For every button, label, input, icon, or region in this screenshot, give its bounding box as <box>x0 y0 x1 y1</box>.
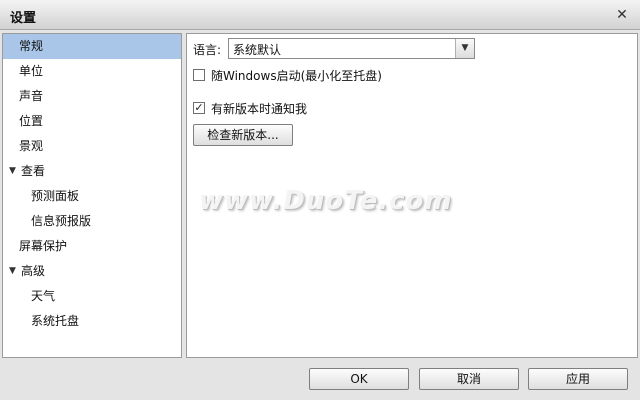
nav-item-label: 天气 <box>31 289 56 303</box>
notify-checkbox[interactable]: ✓ <box>193 102 205 114</box>
window-title: 设置 <box>10 11 37 26</box>
dropdown-arrow-icon[interactable]: ▼ <box>455 39 474 58</box>
nav-item-label: 系统托盘 <box>31 314 80 328</box>
nav-item-system-tray[interactable]: 系统托盘 <box>3 309 181 334</box>
check-updates-button[interactable]: 检查新版本... <box>193 124 293 146</box>
apply-button[interactable]: 应用 <box>528 368 628 390</box>
dialog-body: 常规 单位 声音 位置 景观 ▼ 查看 预测面板 信息预报版 屏幕保护 ▼ 高级 <box>0 30 640 400</box>
ok-button[interactable]: OK <box>309 368 409 390</box>
nav-item-label: 位置 <box>19 114 44 128</box>
nav-item-forecast-panel[interactable]: 预测面板 <box>3 184 181 209</box>
nav-item-label: 景观 <box>19 139 44 153</box>
startup-checkbox[interactable] <box>193 69 205 81</box>
nav-item-view[interactable]: ▼ 查看 <box>3 159 181 184</box>
nav-item-sound[interactable]: 声音 <box>3 84 181 109</box>
nav-item-location[interactable]: 位置 <box>3 109 181 134</box>
nav-item-screensaver[interactable]: 屏幕保护 <box>3 234 181 259</box>
startup-option[interactable]: 随Windows启动(最小化至托盘) <box>193 68 453 84</box>
checkmark-icon: ✓ <box>194 101 204 114</box>
notify-checkbox-label: 有新版本时通知我 <box>211 102 308 116</box>
nav-item-weather[interactable]: 天气 <box>3 284 181 309</box>
nav-item-general[interactable]: 常规 <box>3 34 181 59</box>
nav-item-label: 信息预报版 <box>31 214 92 228</box>
nav-item-advanced[interactable]: ▼ 高级 <box>3 259 181 284</box>
nav-item-label: 查看 <box>21 164 46 178</box>
language-dropdown[interactable]: 系统默认 ▼ <box>228 38 475 59</box>
nav-item-info-board[interactable]: 信息预报版 <box>3 209 181 234</box>
language-selected-value: 系统默认 <box>233 43 282 57</box>
watermark: www.DuoTe.com <box>199 186 453 216</box>
nav-item-label: 单位 <box>19 64 44 78</box>
nav-item-label: 屏幕保护 <box>19 239 68 253</box>
nav-item-label: 高级 <box>21 264 46 278</box>
language-label: 语言: <box>193 43 222 57</box>
notify-option[interactable]: ✓ 有新版本时通知我 <box>193 101 353 117</box>
startup-checkbox-label: 随Windows启动(最小化至托盘) <box>211 69 382 83</box>
nav-item-label: 预测面板 <box>31 189 80 203</box>
expand-arrow-icon[interactable]: ▼ <box>9 159 16 184</box>
cancel-button[interactable]: 取消 <box>419 368 519 390</box>
title-bar: 设置 ✕ <box>0 0 640 30</box>
general-settings-panel: 语言: 系统默认 ▼ 随Windows启动(最小化至托盘) ✓ 有新版本时通知我… <box>186 33 638 358</box>
expand-arrow-icon[interactable]: ▼ <box>9 259 16 284</box>
nav-item-units[interactable]: 单位 <box>3 59 181 84</box>
nav-item-label: 常规 <box>19 39 44 53</box>
close-icon[interactable]: ✕ <box>612 5 632 25</box>
nav-item-label: 声音 <box>19 89 44 103</box>
settings-nav-tree: 常规 单位 声音 位置 景观 ▼ 查看 预测面板 信息预报版 屏幕保护 ▼ 高级 <box>2 33 182 358</box>
nav-item-scenery[interactable]: 景观 <box>3 134 181 159</box>
